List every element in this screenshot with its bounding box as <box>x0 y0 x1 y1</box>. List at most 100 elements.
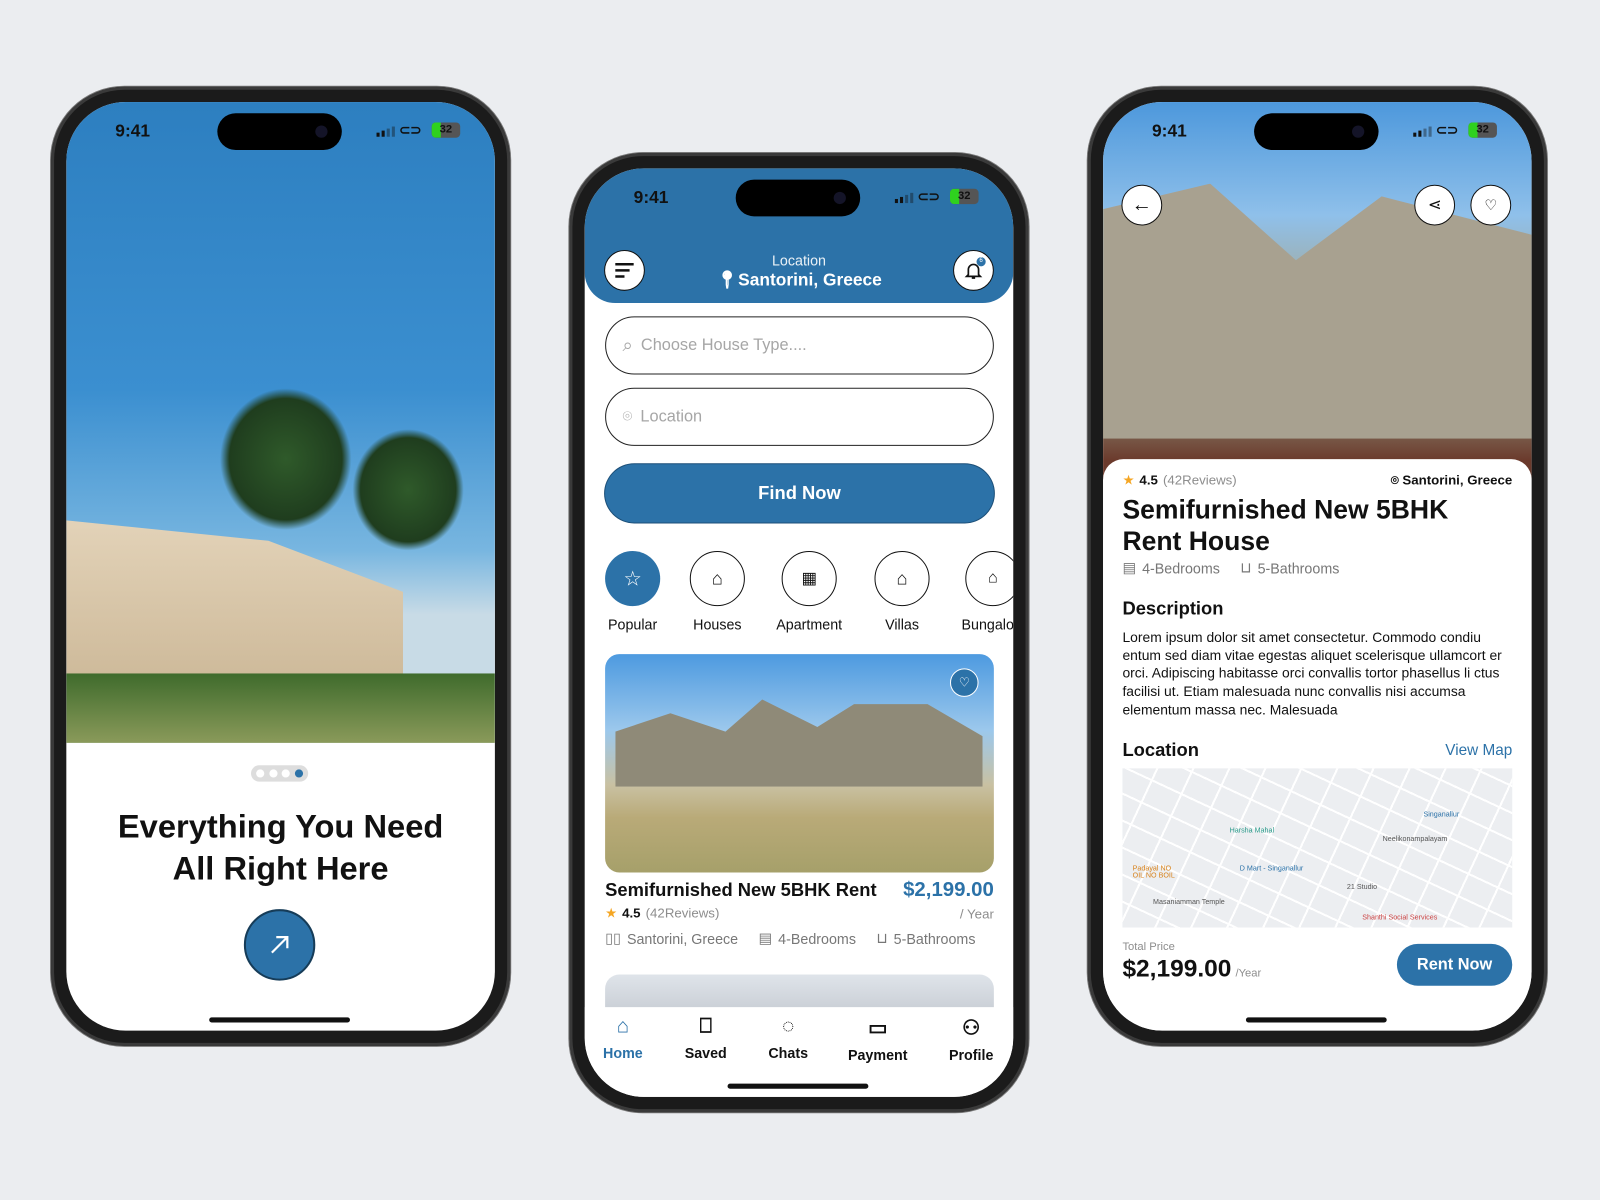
map-label: Singanallur <box>1423 811 1460 819</box>
rent-now-button[interactable]: Rent Now <box>1396 943 1513 986</box>
category-label: Bungalow <box>961 616 1014 633</box>
villa-icon: ⌂ <box>874 551 930 607</box>
signal-icon <box>376 126 395 137</box>
heading-line: All Right Here <box>172 849 389 887</box>
location-placeholder: Location <box>640 407 703 425</box>
home-screen: 9:41 ⊂⊃ 32 Location 📍︎Santorini, Greece … <box>584 168 1014 1097</box>
listing-meta: ▯▯ Santorini, Greece ▤ 4-Bedrooms ⊔ 5-Bathr… <box>605 930 975 947</box>
category-houses[interactable]: ⌂ Houses <box>687 551 748 633</box>
map-label: Harsha Mahal <box>1229 827 1275 835</box>
battery-icon: 32 <box>431 122 461 138</box>
total-price: $2,199.00/Year <box>1122 955 1262 983</box>
status-bar: 9:41 ⊂⊃ 32 <box>1103 120 1532 142</box>
search-placeholder: Choose House Type.... <box>640 336 807 354</box>
category-popular[interactable]: ☆ Popular <box>604 551 661 633</box>
onboarding-heading: Everything You Need All Right Here <box>66 806 495 890</box>
location-map[interactable]: Masaniamman Temple D Mart - Singanallur … <box>1122 768 1513 928</box>
category-label: Apartment <box>776 616 843 633</box>
category-label: Villas <box>885 616 919 633</box>
page-indicator[interactable] <box>251 765 309 782</box>
map-label: Shanthi Social Services <box>1362 914 1438 922</box>
link-icon: ⊂⊃ <box>917 188 940 205</box>
building-image <box>66 520 404 684</box>
next-button[interactable] <box>243 909 316 981</box>
nav-saved[interactable]: ⎕ Saved <box>685 1015 727 1061</box>
status-bar: 9:41 ⊂⊃ 32 <box>585 187 1014 209</box>
palm-tree-image <box>352 428 465 552</box>
phone-home: 9:41 ⊂⊃ 32 Location 📍︎Santorini, Greece … <box>569 153 1029 1113</box>
heading-line: Everything You Need <box>117 808 444 845</box>
map-icon: ▯▯ <box>605 929 621 946</box>
map-label: D Mart - Singanallur <box>1239 865 1304 873</box>
listing-period: / Year <box>959 906 994 922</box>
view-map-link[interactable]: View Map <box>1445 742 1512 759</box>
bed-icon: ▤ <box>1122 559 1136 576</box>
detail-meta: ▤ 4-Bedrooms ⊔ 5-Bathrooms <box>1122 559 1340 577</box>
listing-price: $2,199.00 <box>903 878 994 902</box>
star-icon: ★ <box>1122 472 1135 488</box>
location-display[interactable]: Location 📍︎Santorini, Greece <box>585 252 1014 291</box>
battery-icon: 32 <box>949 188 979 205</box>
search-icon: ⌕ <box>622 334 633 356</box>
phone-onboarding: 9:41 ⊂⊃ 32 Everything You Need All Right… <box>51 86 511 1046</box>
listing-title[interactable]: Semifurnished New 5BHK Rent <box>605 880 876 901</box>
bookmark-icon: ⎕ <box>699 1015 712 1038</box>
category-apartment[interactable]: ▦ Apartment <box>768 551 850 633</box>
signal-icon <box>894 192 914 204</box>
category-bungalow[interactable]: ⌂ Bungalow <box>952 551 1014 633</box>
back-button[interactable]: ← <box>1121 184 1163 226</box>
arrow-right-icon <box>271 936 289 954</box>
house-type-search-input[interactable]: ⌕ Choose House Type.... <box>605 316 994 375</box>
garden-image <box>66 673 495 743</box>
location-heading: Location <box>1122 739 1199 761</box>
home-indicator <box>1245 1017 1387 1023</box>
home-indicator <box>209 1017 350 1023</box>
house-image <box>1103 183 1532 439</box>
status-time: 9:41 <box>633 187 669 208</box>
nav-profile[interactable]: ⚇ Profile <box>949 1015 993 1063</box>
bungalow-icon: ⌂ <box>965 551 1014 607</box>
location-input[interactable]: ⌾ Location <box>605 387 994 446</box>
status-time: 9:41 <box>1152 121 1187 141</box>
detail-sheet: ★ 4.5 (42Reviews) ⌾ Santorini, Greece Semi… <box>1103 459 1532 1031</box>
location-pin-icon: ⌾ <box>622 407 633 425</box>
category-list: ☆ Popular ⌂ Houses ▦ Apartment ⌂ Villas … <box>585 551 1014 638</box>
status-time: 9:41 <box>115 121 151 141</box>
listing-rating: ★ 4.5 (42Reviews) <box>605 905 720 921</box>
onboarding-screen: 9:41 ⊂⊃ 32 Everything You Need All Right… <box>66 102 495 1031</box>
nav-payment[interactable]: ▭ Payment <box>848 1015 908 1063</box>
location-pin-icon: ⌾ <box>1390 472 1403 488</box>
house-icon: ⌂ <box>689 551 745 607</box>
share-button[interactable]: ⋖ <box>1414 184 1456 226</box>
building-icon: ▦ <box>781 551 837 607</box>
share-icon: ⋖ <box>1427 196 1442 215</box>
home-indicator <box>727 1083 869 1089</box>
detail-title: Semifurnished New 5BHK Rent House <box>1122 493 1449 557</box>
wallet-icon: ▭ <box>868 1017 888 1040</box>
detail-screen: 9:41 ⊂⊃ 32 ← ⋖ ♡ ★ 4.5 (42Reviews) ⌾ Santo… <box>1103 102 1532 1031</box>
bookmark-icon: ♡ <box>958 675 970 690</box>
description-text: Lorem ipsum dolor sit amet consectetur. … <box>1122 629 1502 718</box>
chat-icon: ◌ <box>782 1015 795 1038</box>
notification-button[interactable]: 6 <box>953 249 994 291</box>
detail-rating: ★ 4.5 (42Reviews) <box>1122 472 1237 488</box>
map-label: 21 Studio <box>1346 883 1378 891</box>
phone-detail: 9:41 ⊂⊃ 32 ← ⋖ ♡ ★ 4.5 (42Reviews) ⌾ Santo… <box>1087 86 1547 1046</box>
location-value: Santorini, Greece <box>738 270 882 290</box>
category-villas[interactable]: ⌂ Villas <box>871 551 932 633</box>
palm-tree-image <box>219 387 353 531</box>
home-icon: ⌂ <box>616 1015 630 1038</box>
map-label: Neelikonampalayam <box>1382 835 1448 843</box>
save-button[interactable]: ♡ <box>1470 184 1512 226</box>
category-label: Houses <box>693 616 742 633</box>
link-icon: ⊂⊃ <box>399 122 422 138</box>
nav-chats[interactable]: ◌ Chats <box>768 1015 808 1061</box>
bed-icon: ▤ <box>758 929 773 946</box>
listing-image[interactable]: ♡ <box>605 654 994 873</box>
save-listing-button[interactable]: ♡ <box>949 668 979 697</box>
listing-bedrooms: 4-Bedrooms <box>778 930 856 947</box>
battery-icon: 32 <box>1468 122 1497 138</box>
find-now-button[interactable]: Find Now <box>605 464 994 523</box>
bookmark-icon: ♡ <box>1484 196 1498 213</box>
nav-home[interactable]: ⌂ Home <box>603 1015 643 1061</box>
